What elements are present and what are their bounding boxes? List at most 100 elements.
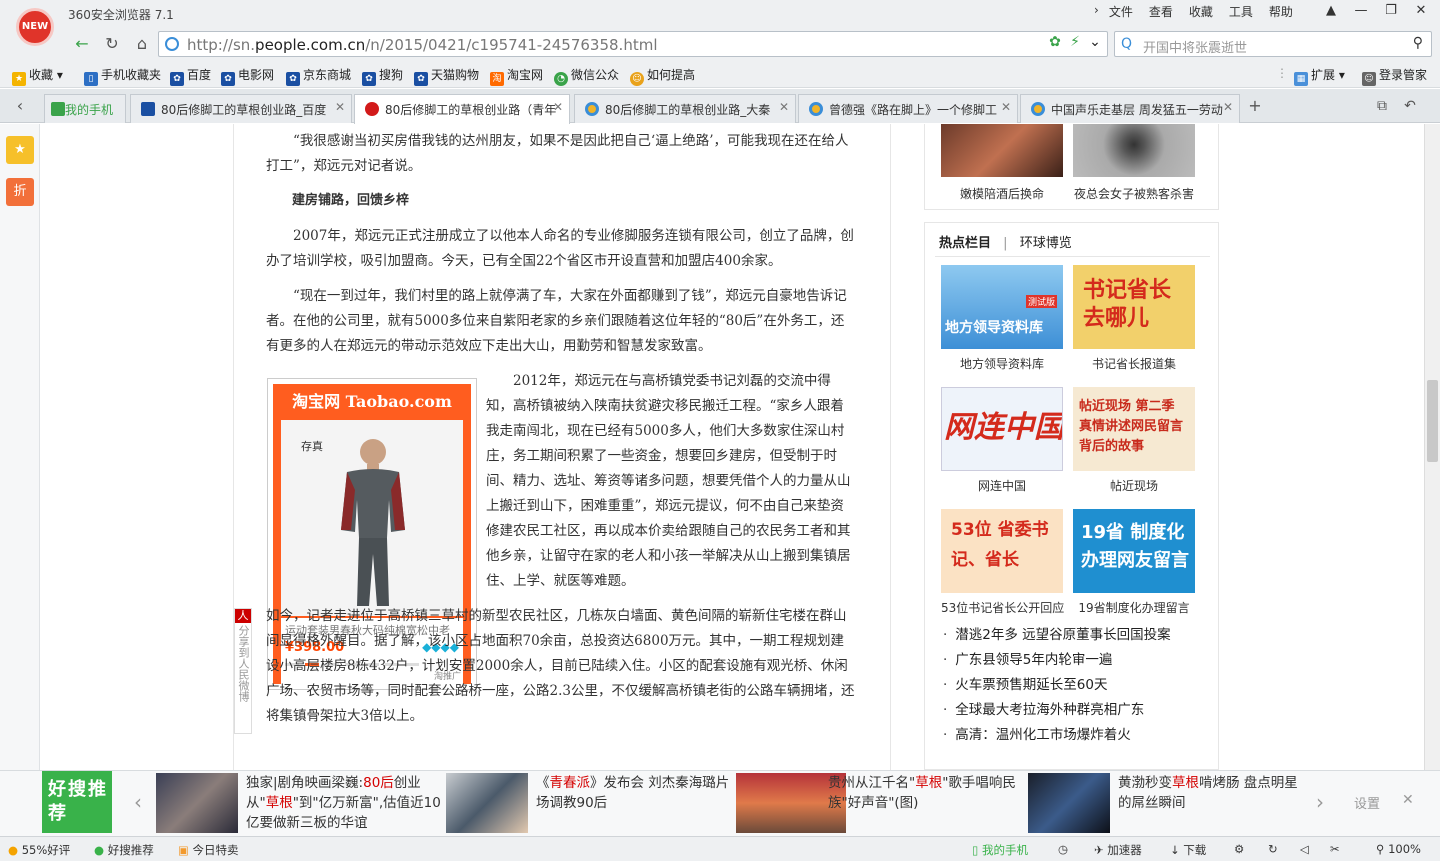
- rec-settings-button[interactable]: 设置: [1354, 793, 1380, 812]
- tools-icon[interactable]: ⚙: [1234, 842, 1244, 856]
- recommend-item[interactable]: 贵州从江千名"草根"歌手唱响民族"好声音"(图): [736, 773, 1020, 833]
- search-icon[interactable]: ⚲: [1413, 35, 1423, 51]
- vertical-scrollbar[interactable]: [1424, 124, 1440, 770]
- tab-close-icon[interactable]: ✕: [335, 100, 345, 114]
- speed-mode-icon[interactable]: ⚡: [1065, 34, 1085, 50]
- bookmark-wechat[interactable]: ◔ 微信公众: [554, 66, 619, 86]
- tile-19-provinces[interactable]: 19省 制度化办理网友留言: [1073, 509, 1195, 593]
- menu-expand-icon[interactable]: ›: [1094, 3, 1099, 20]
- hot-news-item[interactable]: 广东县领导5年内轮审一遍: [943, 648, 1171, 673]
- tile-53-officials[interactable]: 53位 省委书记、省长: [941, 509, 1063, 593]
- news-caption[interactable]: 嫩模陪酒后换命: [941, 185, 1063, 202]
- new-tab-button[interactable]: +: [1243, 95, 1267, 117]
- zoom-status[interactable]: ⚲ 100%: [1376, 842, 1421, 856]
- tile-caption[interactable]: 53位书记省长公开回应: [941, 599, 1064, 616]
- menu-tools[interactable]: 工具: [1229, 3, 1253, 20]
- bookmark-taobao[interactable]: 淘淘宝网: [490, 66, 543, 86]
- recommend-item[interactable]: 独家|剧角映画梁巍:80后创业从"草根"到"亿万新富",估值近10亿要做新三板的…: [156, 773, 441, 833]
- menu-file[interactable]: 文件: [1109, 3, 1133, 20]
- skin-icon[interactable]: ▲: [1316, 0, 1346, 22]
- news-thumbnail[interactable]: [1073, 124, 1195, 177]
- tab-zeng[interactable]: 曾德强《路在脚上》一个修脚工 ✕: [798, 94, 1018, 123]
- menu-view[interactable]: 查看: [1149, 3, 1173, 20]
- bookmark-mobile[interactable]: ▯ 手机收藏夹: [84, 66, 161, 86]
- search-input[interactable]: 开国中将张震逝世: [1143, 37, 1247, 56]
- tile-leader-database[interactable]: 测试版 地方领导资料库: [941, 265, 1063, 349]
- refresh-button[interactable]: ↻: [100, 33, 124, 55]
- today-sale-status[interactable]: ▣ 今日特卖: [178, 842, 239, 858]
- hot-columns-subtitle[interactable]: 环球博览: [1020, 236, 1072, 251]
- rec-next-icon[interactable]: ›: [1308, 791, 1332, 813]
- share-weibo-button[interactable]: 人分享到人民微博: [234, 608, 252, 734]
- haosou-status[interactable]: ● 好搜推荐: [94, 842, 154, 858]
- history-icon[interactable]: ◷: [1058, 842, 1068, 856]
- undo-close-tab-icon[interactable]: ↶: [1398, 95, 1422, 117]
- tab-daqin[interactable]: 80后修脚工的草根创业路_大秦 ✕: [574, 94, 796, 123]
- tab-close-icon[interactable]: ✕: [1223, 100, 1233, 114]
- back-button[interactable]: ←: [70, 33, 94, 55]
- tile-secretary-governor[interactable]: 书记省长去哪儿: [1073, 265, 1195, 349]
- hot-news-item[interactable]: 高清：温州化工市场爆炸着火: [943, 723, 1171, 748]
- favorites-star-icon[interactable]: ★: [6, 136, 34, 164]
- tile-caption[interactable]: 地方领导资料库: [941, 355, 1063, 372]
- recommend-item[interactable]: 黄渤秒变草根啃烤肠 盘点明星的屌丝瞬间: [1028, 773, 1312, 833]
- address-url[interactable]: http://sn.people.com.cn/n/2015/0421/c195…: [187, 36, 658, 54]
- haosou-recommend-badge[interactable]: 好搜推荐: [42, 771, 112, 833]
- tab-close-icon[interactable]: ✕: [779, 100, 789, 114]
- menu-help[interactable]: 帮助: [1269, 3, 1293, 20]
- favorites-menu[interactable]: ★ 收藏 ▾: [12, 66, 63, 86]
- tab-baidu[interactable]: 80后修脚工的草根创业路_百度 ✕: [130, 94, 352, 123]
- browser-logo[interactable]: NEW: [16, 8, 54, 46]
- download-status[interactable]: ↓ 下载: [1170, 842, 1206, 858]
- dropdown-chevron-icon[interactable]: ⌄: [1085, 34, 1105, 50]
- tab-list-icon[interactable]: ⧉: [1370, 95, 1394, 117]
- tile-caption[interactable]: 书记省长报道集: [1073, 355, 1195, 372]
- menu-favorites[interactable]: 收藏: [1189, 3, 1213, 20]
- bookmark-jd[interactable]: ✿ 京东商城: [286, 66, 351, 86]
- tile-web-china[interactable]: 网连中国: [941, 387, 1063, 471]
- news-caption[interactable]: 夜总会女子被熟客杀害: [1073, 185, 1195, 202]
- news-thumbnail[interactable]: [941, 124, 1063, 177]
- tab-close-icon[interactable]: ✕: [1001, 100, 1011, 114]
- maximize-button[interactable]: ❐: [1376, 0, 1406, 22]
- hot-news-item[interactable]: 火车票预售期延长至60天: [943, 673, 1171, 698]
- more-dots-icon[interactable]: ⋮: [1276, 66, 1288, 80]
- close-window-button[interactable]: ✕: [1406, 0, 1436, 22]
- rec-close-icon[interactable]: ✕: [1402, 792, 1414, 808]
- tab-people-active[interactable]: 80后修脚工的草根创业路（青年 ✕: [354, 94, 570, 124]
- tile-caption[interactable]: 帖近现场: [1073, 477, 1195, 494]
- refresh-status-icon[interactable]: ↻: [1268, 842, 1278, 856]
- tab-my-phone[interactable]: 我的手机: [44, 94, 126, 123]
- search-box[interactable]: Q 开国中将张震逝世 ⚲: [1114, 31, 1432, 57]
- discount-icon[interactable]: 折: [6, 178, 34, 206]
- scrollbar-thumb[interactable]: [1427, 380, 1438, 462]
- bookmark-howto[interactable]: ☺ 如何提高: [630, 66, 695, 86]
- extensions-menu[interactable]: ▦ 扩展 ▾: [1294, 66, 1345, 86]
- bookmark-baidu[interactable]: ✿ 百度: [170, 66, 211, 86]
- minimize-button[interactable]: —: [1346, 0, 1376, 22]
- hot-columns-title[interactable]: 热点栏目: [939, 236, 991, 251]
- rec-prev-icon[interactable]: ‹: [126, 791, 150, 813]
- rating-status[interactable]: ● 55%好评: [8, 842, 70, 858]
- tab-scroll-left-icon[interactable]: ‹: [8, 95, 32, 117]
- mute-icon[interactable]: ◁: [1300, 842, 1309, 856]
- tile-near-scene[interactable]: 帖近现场 第二季 真情讲述网民留言背后的故事: [1073, 387, 1195, 471]
- tab-music[interactable]: 中国声乐走基层 周发猛五一劳动 ✕: [1020, 94, 1240, 123]
- login-manager[interactable]: ☺ 登录管家: [1362, 66, 1427, 86]
- tile-caption[interactable]: 网连中国: [941, 477, 1063, 494]
- search-engine-icon[interactable]: Q: [1121, 36, 1132, 52]
- tab-close-icon[interactable]: ✕: [553, 100, 563, 114]
- screenshot-icon[interactable]: ✂: [1330, 842, 1340, 856]
- tile-caption[interactable]: 19省制度化办理留言: [1073, 599, 1195, 616]
- hot-news-item[interactable]: 潜逃2年多 远望谷原董事长回国投案: [943, 623, 1170, 648]
- accelerator-status[interactable]: ✈ 加速器: [1094, 842, 1142, 858]
- recommend-item[interactable]: 《青春派》发布会 刘杰秦海璐片场调教90后: [446, 773, 730, 833]
- security-icon[interactable]: ✿: [1045, 34, 1065, 50]
- ad-product-image[interactable]: 存真: [281, 420, 463, 616]
- home-button[interactable]: ⌂: [130, 33, 154, 55]
- hot-news-item[interactable]: 全球最大考拉海外种群亮相广东: [943, 698, 1171, 723]
- phone-status[interactable]: ▯ 我的手机: [972, 842, 1028, 858]
- bookmark-movie[interactable]: ✿ 电影网: [221, 66, 274, 86]
- bookmark-sogou[interactable]: ✿ 搜狗: [362, 66, 403, 86]
- address-bar[interactable]: http://sn.people.com.cn/n/2015/0421/c195…: [158, 31, 1108, 57]
